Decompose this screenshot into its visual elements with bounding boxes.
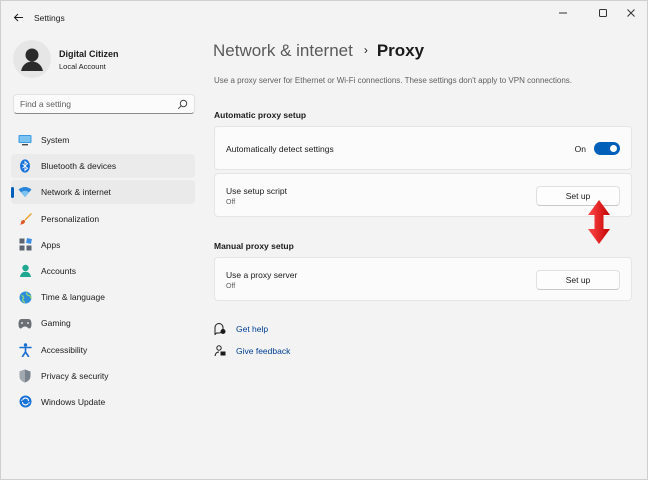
sidebar-item-label: Gaming <box>41 318 71 329</box>
toggle-knob <box>610 145 617 152</box>
proxy-server-setup-button[interactable]: Set up <box>536 270 620 290</box>
bluetooth-icon <box>18 159 32 173</box>
page-description: Use a proxy server for Ethernet or Wi-Fi… <box>214 76 572 85</box>
auto-detect-label: Automatically detect settings <box>226 144 334 154</box>
avatar <box>13 40 51 78</box>
user-profile[interactable]: Digital Citizen Local Account <box>13 40 203 78</box>
sidebar-item-label: Bluetooth & devices <box>41 161 117 172</box>
sidebar-item-windows-update[interactable]: Windows Update <box>11 390 195 414</box>
sidebar-item-label: Accounts <box>41 265 76 276</box>
chevron-right-icon: › <box>363 43 368 57</box>
sidebar-item-network[interactable]: Network & internet <box>11 180 195 205</box>
system-icon <box>18 133 32 147</box>
user-avatar-icon <box>21 48 43 71</box>
breadcrumb-parent[interactable]: Network & internet <box>213 41 353 60</box>
minimize-icon <box>559 12 567 14</box>
sidebar-nav: System Bluetooth & devices Network & int… <box>11 128 195 416</box>
selection-indicator <box>11 187 14 199</box>
give-feedback-link[interactable]: Give feedback <box>236 346 290 356</box>
title-bar: Settings <box>1 1 647 33</box>
search-box <box>13 94 195 114</box>
sidebar-item-label: Privacy & security <box>41 370 109 381</box>
section-heading-manual: Manual proxy setup <box>214 241 294 251</box>
back-arrow-icon <box>13 13 23 21</box>
sidebar-item-label: Apps <box>41 239 61 250</box>
give-feedback-row[interactable]: Give feedback <box>214 344 290 358</box>
brush-icon <box>18 212 32 226</box>
sidebar-item-label: Windows Update <box>41 396 106 407</box>
feedback-icon <box>214 345 226 357</box>
search-icon[interactable] <box>177 99 188 110</box>
accessibility-icon <box>18 342 32 357</box>
sidebar-item-personalization[interactable]: Personalization <box>11 207 195 231</box>
maximize-button[interactable] <box>589 5 617 21</box>
get-help-row[interactable]: Get help <box>214 322 268 336</box>
sidebar-item-label: Time & language <box>41 292 105 303</box>
setup-script-status: Off <box>226 199 236 206</box>
user-name: Digital Citizen <box>59 49 119 59</box>
shield-icon <box>18 369 32 383</box>
back-button[interactable] <box>9 8 27 26</box>
update-icon <box>18 395 32 409</box>
wifi-icon <box>18 185 32 199</box>
sidebar-item-label: Accessibility <box>41 344 88 355</box>
sidebar-item-apps[interactable]: Apps <box>11 233 195 257</box>
gamepad-icon <box>18 316 32 330</box>
sidebar-item-bluetooth[interactable]: Bluetooth & devices <box>11 154 195 179</box>
section-heading-automatic: Automatic proxy setup <box>214 110 307 120</box>
get-help-link[interactable]: Get help <box>236 324 268 334</box>
proxy-server-label: Use a proxy server <box>226 270 298 280</box>
breadcrumb: Network & internet › Proxy <box>213 41 424 61</box>
account-type: Local Account <box>59 62 106 71</box>
setup-script-label: Use setup script <box>226 186 287 196</box>
sidebar-item-label: Personalization <box>41 213 100 224</box>
sidebar-item-accounts[interactable]: Accounts <box>11 259 195 283</box>
setting-card-auto-detect: Automatically detect settings On <box>214 126 632 170</box>
annotation-arrow-icon <box>588 200 610 244</box>
maximize-icon <box>599 9 607 17</box>
setting-card-setup-script: Use setup script Off Set up <box>214 173 632 217</box>
settings-window: Settings Digital Citizen Local Account F… <box>0 0 648 480</box>
sidebar-item-privacy[interactable]: Privacy & security <box>11 364 195 388</box>
search-input[interactable] <box>20 97 170 111</box>
sidebar-item-label: System <box>41 135 70 145</box>
minimize-button[interactable] <box>549 5 577 21</box>
setting-card-proxy-server: Use a proxy server Off Set up <box>214 257 632 301</box>
close-icon <box>627 9 635 17</box>
sidebar-item-accessibility[interactable]: Accessibility <box>11 338 195 362</box>
sidebar-item-system[interactable]: System <box>11 128 195 152</box>
sidebar-item-gaming[interactable]: Gaming <box>11 311 195 335</box>
page-title: Proxy <box>376 41 425 60</box>
sidebar-item-label: Network & internet <box>41 187 111 198</box>
apps-icon <box>18 238 32 252</box>
help-icon <box>214 323 226 335</box>
proxy-server-status: Off <box>226 283 236 290</box>
toggle-state-label: On <box>574 144 586 154</box>
accounts-icon <box>18 264 32 278</box>
app-title: Settings <box>34 13 65 23</box>
globe-icon <box>18 290 32 304</box>
auto-detect-toggle[interactable] <box>594 142 620 155</box>
close-button[interactable] <box>617 5 645 21</box>
sidebar-item-time-language[interactable]: Time & language <box>11 285 195 309</box>
